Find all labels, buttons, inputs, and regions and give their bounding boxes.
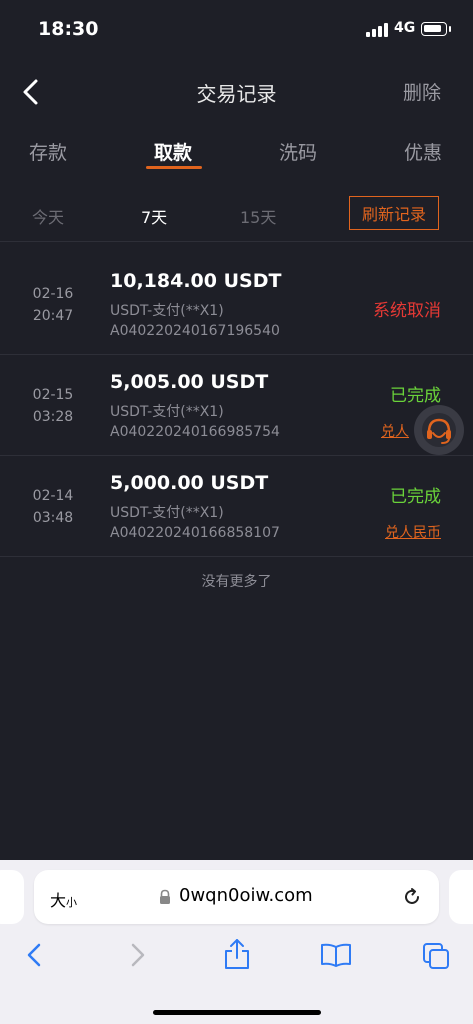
bookmarks-icon[interactable] [320,942,352,968]
record-date: 02-16 [32,286,74,302]
filter-today[interactable]: 今天 [32,204,64,228]
record-status: 已完成 [390,487,441,507]
text-size-button[interactable]: 大小 [50,887,77,911]
record-method: USDT-支付(**X1) [110,505,224,521]
address-bar[interactable]: 大小 0wqn0oiw.com [34,870,439,924]
tab-promotion[interactable]: 优惠 [404,138,442,165]
lock-icon [160,889,170,904]
battery-tip [449,26,451,32]
record-date: 02-14 [32,488,74,504]
record-datetime: 02-15 03:28 [30,384,76,428]
active-tab-indicator [146,166,202,169]
back-icon[interactable] [24,942,46,968]
record-row[interactable]: 02-14 03:48 5,000.00 USDT USDT-支付(**X1) … [0,456,473,557]
filter-7-days[interactable]: 7天 [141,204,167,228]
tab-rebate[interactable]: 洗码 [279,138,317,165]
filter-15-days[interactable]: 15天 [240,204,276,228]
tab-withdraw[interactable]: 取款 [154,138,192,165]
record-row[interactable]: 02-16 20:47 10,184.00 USDT USDT-支付(**X1)… [0,254,473,355]
record-amount: 10,184.00 USDT [110,270,282,292]
record-order-number: A040220240166858107 [110,525,280,541]
record-status: 系统取消 [373,301,441,321]
previous-tab-card[interactable] [0,870,24,924]
record-time: 03:28 [32,409,74,425]
delete-button[interactable]: 删除 [403,78,441,105]
convert-rmb-link[interactable]: 兑人 [381,421,409,441]
nav-bar: 交易记录 删除 [0,56,473,128]
status-time: 18:30 [38,18,99,40]
tab-bar: 存款 取款 洗码 优惠 [0,128,473,188]
record-order-number: A040220240166985754 [110,424,280,440]
battery-icon [421,22,447,36]
record-row[interactable]: 02-15 03:28 5,005.00 USDT USDT-支付(**X1) … [0,355,473,456]
share-icon[interactable] [223,938,251,970]
next-tab-card[interactable] [449,870,473,924]
record-method: USDT-支付(**X1) [110,404,224,420]
record-time: 03:48 [32,510,74,526]
headset-icon [422,413,456,447]
record-status: 已完成 [390,386,441,406]
record-method: USDT-支付(**X1) [110,303,224,319]
record-amount: 5,000.00 USDT [110,472,269,494]
no-more-text: 没有更多了 [201,574,272,590]
convert-rmb-link[interactable]: 兑人民币 [385,522,441,542]
record-order-number: A040220240167196540 [110,323,280,339]
url-text: 0wqn0oiw.com [179,885,313,906]
refresh-records-button[interactable]: 刷新记录 [349,196,439,230]
customer-support-button[interactable] [414,405,464,455]
tabs-icon[interactable] [422,942,450,970]
record-datetime: 02-14 03:48 [30,485,76,529]
forward-icon[interactable] [126,942,148,968]
text-size-small: 小 [66,896,78,909]
divider [0,241,473,242]
record-date: 02-15 [32,387,74,403]
home-indicator [153,1010,321,1015]
network-type: 4G [394,20,416,36]
text-size-large: 大 [50,891,67,910]
record-time: 20:47 [32,308,74,324]
status-bar: 18:30 4G [0,0,473,56]
tab-deposit[interactable]: 存款 [29,138,67,165]
record-datetime: 02-16 20:47 [30,283,76,327]
record-amount: 5,005.00 USDT [110,371,269,393]
signal-icon [366,23,390,37]
reload-icon[interactable] [401,886,423,908]
date-filter-bar: 今天 7天 15天 刷新记录 [0,190,473,242]
browser-chrome: 大小 0wqn0oiw.com [0,860,473,1024]
